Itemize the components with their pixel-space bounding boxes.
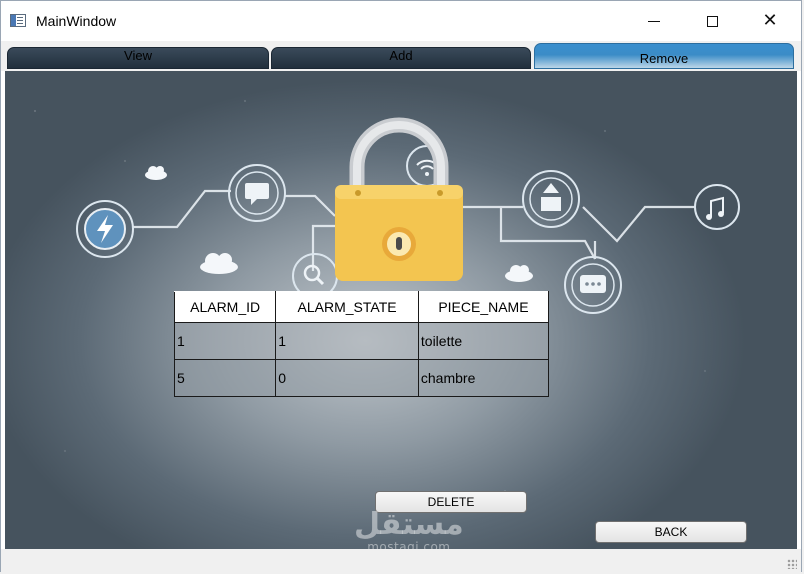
close-button[interactable]: ✕	[747, 1, 793, 41]
title-bar: MainWindow ✕	[1, 1, 801, 41]
status-bar	[1, 549, 801, 573]
tab-add[interactable]: Add	[271, 47, 531, 69]
column-header-alarm-id[interactable]: ALARM_ID	[173, 291, 277, 323]
tab-add-label: Add	[389, 48, 413, 63]
chat-node-icon	[228, 164, 286, 222]
maximize-button[interactable]	[689, 1, 735, 41]
message-node-icon	[564, 256, 622, 314]
app-window-icon	[10, 14, 26, 27]
window-title: MainWindow	[36, 13, 117, 29]
music-node-icon	[694, 184, 740, 230]
cell-piece-name[interactable]: chambre	[417, 359, 550, 397]
cell-alarm-id[interactable]: 5	[173, 359, 277, 397]
cell-alarm-state[interactable]: 0	[275, 359, 419, 397]
maximize-icon	[706, 15, 718, 27]
watermark-arabic: مستقل	[354, 507, 464, 542]
column-header-alarm-state[interactable]: ALARM_STATE	[275, 291, 419, 323]
tab-remove[interactable]: Remove	[534, 43, 794, 69]
tab-view-label: View	[124, 48, 152, 63]
tab-view[interactable]: View	[7, 47, 269, 69]
minimize-icon	[648, 20, 660, 22]
padlock-icon	[335, 117, 463, 281]
back-button[interactable]: BACK	[595, 521, 747, 543]
minimize-button[interactable]	[631, 1, 677, 41]
watermark-latin: mostaqi.com	[367, 540, 451, 550]
alarms-table[interactable]: ALARM_ID ALARM_STATE PIECE_NAME 1 1 toil…	[173, 291, 550, 397]
tab-bar: View Add Remove	[1, 41, 801, 71]
table-row[interactable]: 1 1 toilette	[173, 322, 550, 360]
remove-tab-content: ALARM_ID ALARM_STATE PIECE_NAME 1 1 toil…	[5, 71, 797, 549]
power-node-icon	[76, 200, 134, 258]
column-header-piece-name[interactable]: PIECE_NAME	[417, 291, 550, 323]
cell-alarm-state[interactable]: 1	[275, 322, 419, 360]
main-window: MainWindow ✕ View Add Remove ALARM_ID AL…	[0, 0, 802, 573]
watermark-logo: مستقل mostaqi.com	[354, 507, 464, 550]
close-icon: ✕	[762, 10, 778, 31]
table-row[interactable]: 5 0 chambre	[173, 359, 550, 397]
tab-remove-label: Remove	[639, 51, 689, 66]
cell-piece-name[interactable]: toilette	[417, 322, 550, 360]
resize-grip-icon[interactable]	[787, 559, 797, 569]
cell-alarm-id[interactable]: 1	[173, 322, 277, 360]
table-header-row: ALARM_ID ALARM_STATE PIECE_NAME	[173, 291, 550, 323]
download-node-icon	[522, 170, 580, 228]
